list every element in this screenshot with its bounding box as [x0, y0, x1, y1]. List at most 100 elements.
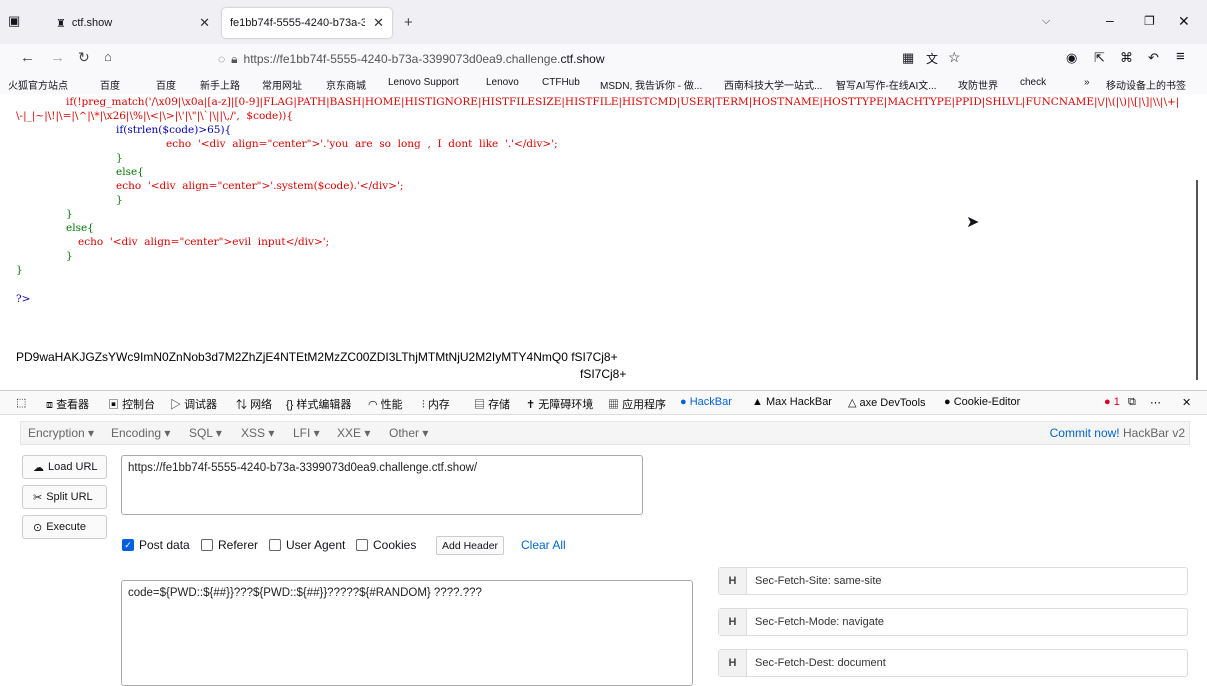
error-badge[interactable]: ● 1 — [1104, 396, 1120, 408]
share-icon[interactable]: ⇱ — [1094, 50, 1105, 66]
header-value[interactable]: Sec-Fetch-Mode: navigate — [747, 616, 884, 628]
tab-label: 控制台 — [122, 399, 156, 411]
bookmark-item[interactable]: 攻防世界 — [958, 77, 998, 92]
shield-icon[interactable]: ◌ — [218, 52, 225, 66]
menu-other[interactable]: Other ▾ — [389, 426, 428, 440]
commit-link-text[interactable]: Commit now! — [1050, 426, 1120, 440]
header-value[interactable]: Sec-Fetch-Dest: document — [747, 657, 886, 669]
add-header-button[interactable]: Add Header — [436, 536, 505, 555]
post-data-checkbox[interactable]: ✓ Post data — [122, 538, 190, 552]
tab-performance[interactable]: ◠ 性能 — [368, 396, 403, 412]
new-tab-icon[interactable]: + — [404, 14, 413, 31]
tab-application[interactable]: ▦ 应用程序 — [608, 396, 666, 412]
undo-icon[interactable]: ↶ — [1148, 50, 1159, 66]
tab-hackbar[interactable]: ● HackBar — [680, 396, 732, 408]
tab-network[interactable]: ⇅ 网络 — [236, 396, 272, 412]
close-icon[interactable]: ✕ — [373, 15, 384, 31]
header-row[interactable]: H Sec-Fetch-Dest: document — [718, 649, 1188, 677]
menu-sql[interactable]: SQL ▾ — [189, 426, 222, 440]
header-row[interactable]: H Sec-Fetch-Mode: navigate — [718, 608, 1188, 636]
tab-challenge[interactable]: fe1bb74f-5555-4240-b73a-3399 ✕ — [222, 8, 392, 38]
checkbox-label: Post data — [139, 538, 190, 552]
menu-xxe[interactable]: XXE ▾ — [337, 426, 370, 440]
bookmark-item[interactable]: 百度 — [100, 77, 120, 92]
bookmark-item[interactable]: 京东商城 — [326, 77, 366, 92]
user-agent-checkbox[interactable]: User Agent — [269, 538, 345, 552]
load-url-button[interactable]: ☁ Load URL — [22, 455, 107, 479]
minimize-icon[interactable]: – — [1106, 12, 1114, 28]
bookmark-item[interactable]: 新手上路 — [200, 77, 240, 92]
forward-icon[interactable]: → — [50, 49, 65, 66]
tab-cookie-editor[interactable]: ● Cookie-Editor — [944, 396, 1020, 408]
menu-encryption[interactable]: Encryption ▾ — [28, 426, 94, 440]
bookmark-item[interactable]: 火狐官方站点 — [8, 77, 68, 92]
home-icon[interactable]: ⌂ — [104, 49, 112, 64]
header-row[interactable]: H Sec-Fetch-Site: same-site — [718, 567, 1188, 595]
tab-console[interactable]: ▣ 控制台 — [108, 396, 155, 412]
checkbox-icon[interactable] — [269, 539, 281, 551]
bookmark-item[interactable]: check — [1020, 77, 1046, 88]
tab-list-icon[interactable]: ▣ — [8, 13, 20, 29]
back-icon[interactable]: ← — [20, 49, 35, 66]
url-bar[interactable]: ◌ 🔒︎ https://fe1bb74f-5555-4240-b73a-339… — [218, 47, 978, 71]
extension-icon[interactable]: ⌘ — [1120, 50, 1133, 66]
output-text: PD9waHAKJGZsYWc9ImN0ZnNob3d7M2ZhZjE4NTEt… — [16, 350, 618, 364]
bookmark-item[interactable]: 西南科技大学一站式... — [724, 77, 824, 92]
close-icon[interactable]: ✕ — [199, 15, 210, 31]
qr-code-icon[interactable]: ▦ — [902, 50, 914, 66]
checkbox-icon[interactable] — [201, 539, 213, 551]
tab-debugger[interactable]: ▷ 调试器 — [170, 396, 217, 412]
translate-icon[interactable]: 文 — [926, 50, 938, 67]
bookmark-item[interactable]: 百度 — [156, 77, 176, 92]
checkbox-checked-icon[interactable]: ✓ — [122, 539, 134, 551]
menu-lfi[interactable]: LFI ▾ — [293, 426, 320, 440]
lock-icon[interactable]: 🔒︎ — [231, 52, 237, 67]
account-icon[interactable]: ◉ — [1066, 50, 1077, 66]
chevron-down-icon[interactable]: ⌵ — [1042, 15, 1050, 28]
chevron-right-icon[interactable]: » — [1084, 77, 1090, 88]
header-key: H — [719, 568, 747, 594]
window-close-icon[interactable]: ✕ — [1178, 13, 1190, 30]
dock-icon[interactable]: ⧉ — [1128, 396, 1136, 409]
button-label: Execute — [46, 521, 86, 533]
tab-inspector[interactable]: ⧈ 查看器 — [46, 396, 89, 412]
bookmark-item[interactable]: 移动设备上的书签 — [1106, 77, 1186, 92]
tab-ctfshow[interactable]: ♜ ctf.show ✕ — [48, 8, 218, 38]
menu-xss[interactable]: XSS ▾ — [241, 426, 274, 440]
scrollbar[interactable] — [1196, 180, 1198, 380]
tab-accessibility[interactable]: ✝ 无障碍环境 — [526, 396, 593, 412]
bookmark-item[interactable]: MSDN, 我告诉你 - 做... — [600, 77, 715, 92]
split-url-button[interactable]: ✂ Split URL — [22, 485, 107, 509]
tab-max-hackbar[interactable]: ▲ Max HackBar — [752, 396, 832, 408]
execute-button[interactable]: ⊙ Execute — [22, 515, 107, 539]
tab-label: Max HackBar — [765, 396, 832, 408]
menu-icon[interactable]: ≡ — [1176, 48, 1185, 65]
bookmark-item[interactable]: CTFHub — [542, 77, 580, 88]
post-data-textarea[interactable]: code=${PWD::${##}}???${PWD::${##}}?????$… — [121, 580, 693, 686]
bookmark-item[interactable]: Lenovo Support — [388, 77, 459, 88]
more-icon[interactable]: ⋯ — [1150, 396, 1161, 409]
pick-element-icon[interactable]: ⬚ — [16, 396, 26, 409]
tab-axe-devtools[interactable]: △ axe DevTools — [848, 396, 926, 409]
star-icon[interactable]: ☆ — [948, 49, 961, 66]
button-label: Split URL — [46, 491, 93, 503]
url-textarea[interactable]: https://fe1bb74f-5555-4240-b73a-3399073d… — [121, 455, 643, 515]
restore-icon[interactable]: ❐ — [1144, 14, 1155, 28]
tab-label: 调试器 — [184, 399, 218, 411]
clear-all-link[interactable]: Clear All — [521, 538, 566, 552]
checkbox-icon[interactable] — [356, 539, 368, 551]
bookmark-item[interactable]: Lenovo — [486, 77, 519, 88]
referer-checkbox[interactable]: Referer — [201, 538, 258, 552]
tab-style-editor[interactable]: {} 样式编辑器 — [286, 396, 351, 412]
bookmark-item[interactable]: 智写AI写作-在线AI文... — [836, 77, 946, 92]
commit-link[interactable]: Commit now! HackBar v2 — [1050, 426, 1185, 440]
bookmark-item[interactable]: 常用网址 — [262, 77, 302, 92]
close-icon[interactable]: ✕ — [1182, 396, 1191, 409]
menu-encoding[interactable]: Encoding ▾ — [111, 426, 170, 440]
output-text: fSI7Cj8+ — [580, 367, 627, 381]
header-value[interactable]: Sec-Fetch-Site: same-site — [747, 575, 882, 587]
cookies-checkbox[interactable]: Cookies — [356, 538, 416, 552]
tab-storage[interactable]: ▤ 存储 — [474, 396, 510, 412]
tab-memory[interactable]: ⫶ 内存 — [422, 396, 450, 412]
reload-icon[interactable]: ↻ — [78, 49, 90, 66]
